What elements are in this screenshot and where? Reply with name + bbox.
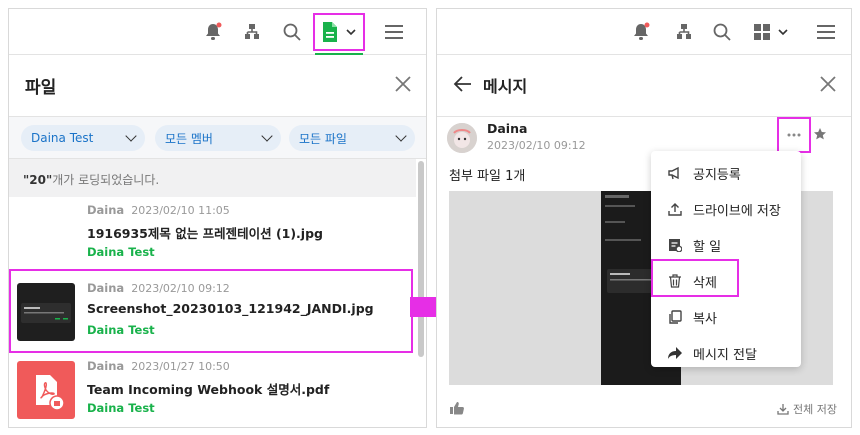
menu-item-label: 드라이브에 저장 <box>693 203 781 219</box>
file-author: Daina <box>87 359 125 373</box>
more-dots-icon <box>787 133 801 137</box>
member-filter-label: 모든 멤버 <box>165 131 213 146</box>
member-filter[interactable]: 모든 멤버 <box>155 125 281 151</box>
file-author: Daina <box>87 203 125 217</box>
chevron-down-icon <box>346 29 356 36</box>
page-title: 메시지 <box>483 77 528 96</box>
file-meta: Daina 2023/02/10 11:05 <box>87 203 230 217</box>
file-name: 1916935제목 없는 프레젠테이션 (1).jpg <box>87 226 323 241</box>
filter-bar: Daina Test 모든 멤버 모든 파일 <box>9 117 426 159</box>
file-team: Daina Test <box>87 401 155 415</box>
star-icon[interactable] <box>813 127 827 141</box>
hamburger-menu-icon[interactable] <box>815 21 837 43</box>
menu-item-label: 복사 <box>693 311 717 327</box>
menu-item-todo[interactable]: 할 일 <box>651 227 801 263</box>
todo-icon <box>667 237 683 253</box>
file-type-filter[interactable]: 모든 파일 <box>289 125 415 151</box>
back-arrow-icon[interactable] <box>453 75 473 93</box>
page-title: 파일 <box>25 78 57 98</box>
files-header: 파일 <box>9 55 426 117</box>
chevron-down-icon <box>261 130 273 142</box>
delete-highlight <box>651 259 739 297</box>
search-icon[interactable] <box>711 21 733 43</box>
grid-icon <box>754 24 770 40</box>
upload-icon <box>667 201 683 217</box>
selected-file-highlight <box>9 269 413 353</box>
close-icon[interactable] <box>392 73 414 95</box>
more-options-button[interactable] <box>777 117 811 153</box>
chevron-down-icon <box>778 29 788 36</box>
avatar[interactable] <box>447 123 477 153</box>
file-name: Team Incoming Webhook 설명서.pdf <box>87 382 330 397</box>
forward-icon <box>667 345 683 361</box>
file-list-item[interactable]: Daina 2023/01/27 10:50 Team Incoming Web… <box>9 353 414 427</box>
hamburger-menu-icon[interactable] <box>383 21 405 43</box>
copy-icon <box>667 309 683 325</box>
message-header: 메시지 <box>437 55 851 117</box>
file-icon <box>323 22 337 42</box>
menu-item-forward[interactable]: 메시지 전달 <box>651 335 801 371</box>
org-chart-icon[interactable] <box>673 21 695 43</box>
chevron-down-icon <box>125 130 137 142</box>
grid-menu-button[interactable] <box>749 21 793 43</box>
close-icon[interactable] <box>817 73 839 95</box>
loaded-status: "20"개가 로딩되었습니다. <box>9 159 416 197</box>
menu-item-label: 메시지 전달 <box>693 347 757 363</box>
file-date: 2023/01/27 10:50 <box>131 360 230 373</box>
top-toolbar <box>437 9 851 55</box>
menu-item-announce[interactable]: 공지등록 <box>651 155 801 191</box>
menu-item-label: 할 일 <box>693 239 722 255</box>
bell-icon[interactable] <box>203 21 223 43</box>
search-icon[interactable] <box>281 21 303 43</box>
team-filter[interactable]: Daina Test <box>21 125 145 151</box>
file-type-filter-label: 모든 파일 <box>299 131 347 146</box>
message-panel: 메시지 Daina 2023/02/10 09:12 첨부 파일 1개 공지등록… <box>436 8 852 428</box>
attachment-count: 첨부 파일 1개 <box>449 169 526 184</box>
thumbs-up-icon[interactable] <box>449 401 465 415</box>
org-chart-icon[interactable] <box>241 21 263 43</box>
team-filter-label: Daina Test <box>31 131 94 145</box>
menu-item-label: 공지등록 <box>693 167 741 183</box>
top-toolbar <box>9 9 426 55</box>
files-panel: 파일 Daina Test 모든 멤버 모든 파일 "20"개가 로딩되었습니다… <box>8 8 427 428</box>
megaphone-icon <box>667 165 683 181</box>
sender-name[interactable]: Daina <box>487 121 527 136</box>
file-meta: Daina 2023/01/27 10:50 <box>87 359 230 373</box>
message-date: 2023/02/10 09:12 <box>487 139 586 152</box>
save-all-button[interactable]: 전체 저장 <box>777 401 837 417</box>
download-icon <box>777 404 789 415</box>
save-all-label: 전체 저장 <box>793 403 837 416</box>
file-menu-button[interactable] <box>313 13 365 51</box>
file-list-item[interactable]: Daina 2023/02/10 11:05 1916935제목 없는 프레젠테… <box>9 197 414 275</box>
chevron-down-icon <box>395 130 407 142</box>
pdf-icon <box>17 361 75 419</box>
menu-item-save-to-drive[interactable]: 드라이브에 저장 <box>651 191 801 227</box>
file-team: Daina Test <box>87 245 155 259</box>
file-date: 2023/02/10 11:05 <box>131 204 230 217</box>
bell-icon[interactable] <box>631 21 651 43</box>
loaded-text: 개가 로딩되었습니다. <box>52 173 160 187</box>
loaded-count: "20" <box>23 173 53 187</box>
menu-item-copy[interactable]: 복사 <box>651 299 801 335</box>
